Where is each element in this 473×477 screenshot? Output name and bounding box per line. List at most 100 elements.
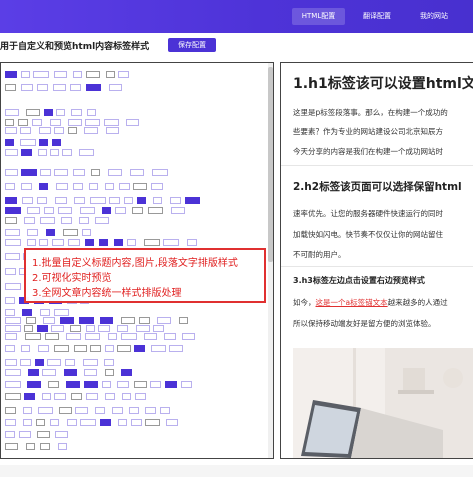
style-option-tag[interactable] <box>50 419 59 426</box>
style-option-tag[interactable] <box>39 183 48 190</box>
style-option-tag[interactable] <box>187 239 197 246</box>
style-option-tag[interactable] <box>150 381 161 388</box>
style-option-tag[interactable] <box>84 127 98 134</box>
style-option-tag[interactable] <box>20 139 36 146</box>
style-option-tag[interactable] <box>5 84 16 91</box>
style-option-tag[interactable] <box>185 197 200 204</box>
style-option-tag[interactable] <box>100 419 111 426</box>
style-option-tag[interactable] <box>85 333 100 340</box>
style-option-tag[interactable] <box>70 325 81 332</box>
style-option-tag[interactable] <box>38 407 53 414</box>
style-option-tag[interactable] <box>56 109 65 116</box>
style-option-tag[interactable] <box>130 169 144 176</box>
style-option-tag[interactable] <box>108 169 122 176</box>
style-option-tag[interactable] <box>40 169 51 176</box>
style-option-tag[interactable] <box>54 71 67 78</box>
style-option-tag[interactable] <box>98 325 110 332</box>
style-option-tag[interactable] <box>54 393 66 400</box>
style-option-tag[interactable] <box>133 183 147 190</box>
style-option-tag[interactable] <box>163 239 179 246</box>
style-option-tag[interactable] <box>109 84 122 91</box>
nav-translate-config[interactable]: 翻译配置 <box>352 8 402 25</box>
style-option-tag[interactable] <box>5 333 17 340</box>
style-option-tag[interactable] <box>109 197 120 204</box>
style-option-tag[interactable] <box>48 381 59 388</box>
style-option-tag[interactable] <box>20 127 31 134</box>
style-option-tag[interactable] <box>59 407 72 414</box>
style-option-tag[interactable] <box>54 345 69 352</box>
style-option-tag[interactable] <box>68 127 77 134</box>
style-option-tag[interactable] <box>89 183 98 190</box>
style-option-tag[interactable] <box>66 333 81 340</box>
style-option-tag[interactable] <box>90 197 106 204</box>
style-option-tag[interactable] <box>5 283 21 290</box>
style-option-tag[interactable] <box>24 325 33 332</box>
style-option-tag[interactable] <box>5 197 17 204</box>
style-option-tag[interactable] <box>36 419 45 426</box>
style-option-tag[interactable] <box>22 197 33 204</box>
style-option-tag[interactable] <box>118 71 129 78</box>
style-option-tag[interactable] <box>39 239 48 246</box>
style-option-tag[interactable] <box>5 317 21 324</box>
style-option-tag[interactable] <box>32 119 42 126</box>
style-option-tag[interactable] <box>37 325 48 332</box>
style-option-tag[interactable] <box>44 109 53 116</box>
style-option-tag[interactable] <box>22 309 32 316</box>
style-option-tag[interactable] <box>84 381 98 388</box>
style-option-tag[interactable] <box>24 393 35 400</box>
style-option-tag[interactable] <box>35 359 44 366</box>
style-option-tag[interactable] <box>5 239 21 246</box>
style-option-tag[interactable] <box>79 217 89 224</box>
style-option-tag[interactable] <box>165 381 177 388</box>
style-option-tag[interactable] <box>27 207 40 214</box>
style-option-tag[interactable] <box>5 393 21 400</box>
style-option-tag[interactable] <box>106 71 115 78</box>
style-option-tag[interactable] <box>38 345 49 352</box>
style-option-tag[interactable] <box>67 419 77 426</box>
style-option-tag[interactable] <box>19 431 31 438</box>
style-option-tag[interactable] <box>5 149 18 156</box>
editor-scrollbar[interactable] <box>268 63 273 458</box>
style-option-tag[interactable] <box>5 419 16 426</box>
style-option-tag[interactable] <box>95 407 105 414</box>
style-option-tag[interactable] <box>5 297 15 304</box>
style-option-tag[interactable] <box>80 207 95 214</box>
style-option-tag[interactable] <box>39 139 48 146</box>
style-option-tag[interactable] <box>82 229 91 236</box>
style-option-tag[interactable] <box>5 443 18 450</box>
style-option-tag[interactable] <box>5 207 21 214</box>
style-option-tag[interactable] <box>5 229 20 236</box>
anchor-link[interactable]: 这是一个a标签锚文本 <box>316 298 388 307</box>
style-option-tag[interactable] <box>5 431 15 438</box>
style-option-tag[interactable] <box>73 169 85 176</box>
style-option-tag[interactable] <box>5 359 17 366</box>
style-option-tag[interactable] <box>79 149 94 156</box>
style-option-tag[interactable] <box>170 197 181 204</box>
style-option-tag[interactable] <box>66 381 80 388</box>
style-option-tag[interactable] <box>122 393 131 400</box>
style-option-tag[interactable] <box>73 71 82 78</box>
style-option-tag[interactable] <box>37 197 47 204</box>
style-option-tag[interactable] <box>55 431 68 438</box>
style-option-tag[interactable] <box>145 407 156 414</box>
style-option-tag[interactable] <box>135 393 146 400</box>
style-option-tag[interactable] <box>56 183 68 190</box>
style-option-tag[interactable] <box>134 381 147 388</box>
style-option-tag[interactable] <box>118 419 127 426</box>
style-option-tag[interactable] <box>114 239 123 246</box>
style-option-tag[interactable] <box>5 407 16 414</box>
style-option-tag[interactable] <box>50 149 59 156</box>
save-config-button[interactable]: 保存配置 <box>168 38 216 52</box>
style-option-tag[interactable] <box>91 169 100 176</box>
style-option-tag[interactable] <box>75 407 88 414</box>
style-option-tag[interactable] <box>74 345 87 352</box>
style-option-tag[interactable] <box>5 253 20 260</box>
style-option-tag[interactable] <box>51 325 64 332</box>
style-option-tag[interactable] <box>21 183 32 190</box>
style-option-tag[interactable] <box>54 127 64 134</box>
style-option-tag[interactable] <box>70 84 81 91</box>
style-option-tag[interactable] <box>39 127 51 134</box>
style-option-tag[interactable] <box>121 317 135 324</box>
style-option-tag[interactable] <box>104 119 119 126</box>
style-option-tag[interactable] <box>47 359 61 366</box>
